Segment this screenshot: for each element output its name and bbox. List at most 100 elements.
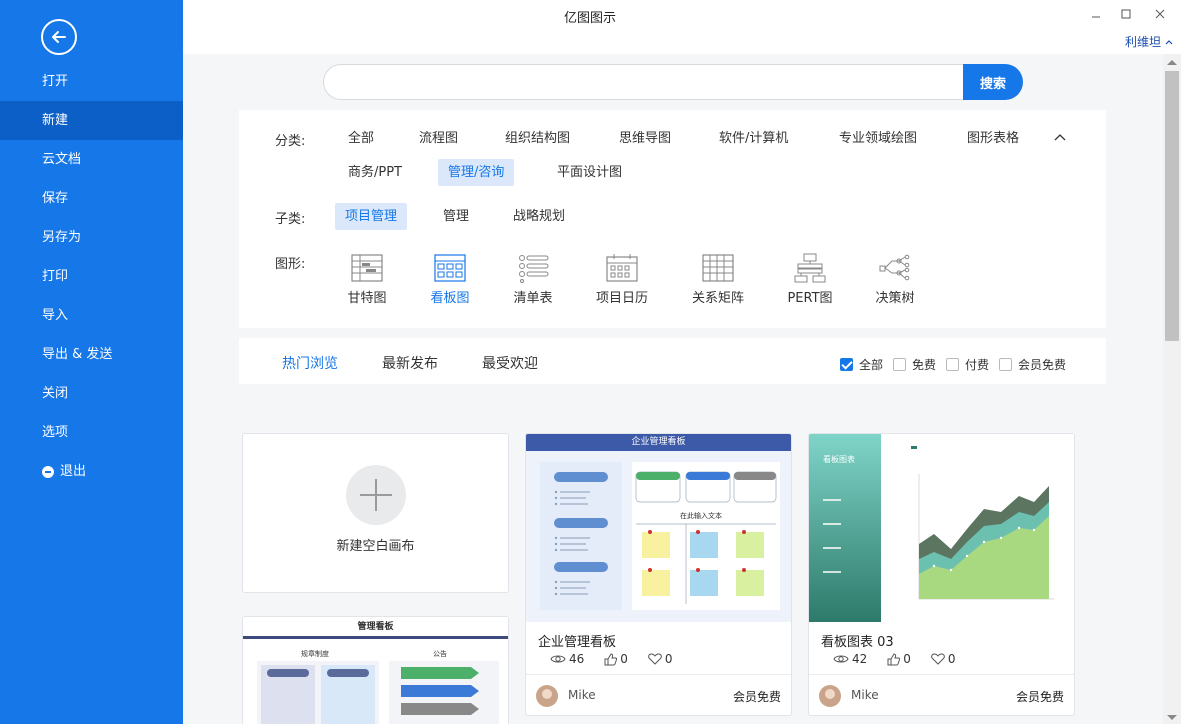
- sidebar-item-label: 导出 & 发送: [42, 347, 113, 362]
- subcategory-management[interactable]: 管理: [433, 203, 479, 230]
- tab-popular[interactable]: 最受欢迎: [482, 353, 538, 373]
- sidebar-item-print[interactable]: 打印: [0, 257, 183, 296]
- eye-icon: [833, 655, 849, 663]
- view-count-value: 42: [852, 652, 868, 666]
- new-blank-canvas-label: 新建空白画布: [336, 539, 415, 554]
- sidebar-item-exit[interactable]: 退出: [0, 452, 183, 491]
- tab-hot[interactable]: 热门浏览: [282, 353, 338, 373]
- shape-decision-tree[interactable]: 决策树: [855, 253, 935, 306]
- filter-all-checkbox[interactable]: 全部: [840, 356, 883, 373]
- favorite-count-value: 0: [664, 652, 673, 666]
- sidebar-item-cloud-docs[interactable]: 云文档: [0, 140, 183, 179]
- template-card[interactable]: 企业管理看板 在此输入文本 企业管理看板 46 0 0 Mike 会员免费: [525, 433, 792, 716]
- sidebar-item-label: 关闭: [42, 386, 69, 401]
- maximize-icon[interactable]: [1116, 4, 1136, 24]
- template-card[interactable]: 管理看板 规章制度 公告: [242, 616, 509, 724]
- template-footer: Mike 会员免费: [526, 674, 791, 715]
- subcategory-strategy[interactable]: 战略规划: [503, 203, 575, 230]
- calendar-icon: [606, 254, 638, 282]
- template-title: 企业管理看板: [538, 635, 617, 650]
- favorite-button[interactable]: 0: [931, 652, 956, 666]
- shape-relation-matrix[interactable]: 关系矩阵: [678, 253, 758, 306]
- shape-label: 图形:: [275, 257, 306, 272]
- filter-panel: 分类: 全部 流程图 组织结构图 思维导图 软件/计算机 专业领域绘图 图形表格…: [239, 110, 1106, 328]
- title-bar: 亿图图示 利维坦: [183, 0, 1181, 54]
- checkbox-label: 全部: [859, 358, 884, 372]
- category-professional[interactable]: 专业领域绘图: [829, 125, 927, 152]
- shape-label-text: 关系矩阵: [691, 291, 744, 306]
- minimize-icon[interactable]: [1086, 4, 1106, 24]
- template-footer: Mike 会员免费: [809, 674, 1074, 715]
- partial-thumbnail-art: [257, 661, 499, 724]
- shape-label-text: 项目日历: [595, 291, 648, 306]
- checkbox-icon: [893, 358, 906, 371]
- favorite-count-value: 0: [947, 652, 956, 666]
- thumb-caption: 在此输入文本: [680, 511, 722, 520]
- kanban-board-icon: [434, 254, 466, 282]
- filter-member-free-checkbox[interactable]: 会员免费: [999, 356, 1066, 373]
- view-count: 42: [833, 652, 867, 666]
- favorite-button[interactable]: 0: [648, 652, 673, 666]
- sidebar-item-save[interactable]: 保存: [0, 179, 183, 218]
- sidebar-item-label: 保存: [42, 191, 69, 206]
- shape-checklist[interactable]: 清单表: [493, 253, 573, 306]
- shape-label-text: 清单表: [513, 291, 553, 306]
- scroll-down-icon[interactable]: [1167, 715, 1177, 720]
- checkbox-label: 会员免费: [1018, 358, 1067, 372]
- sidebar-item-label: 打开: [42, 74, 69, 89]
- shape-kanban[interactable]: 看板图: [410, 253, 490, 306]
- category-org-chart[interactable]: 组织结构图: [495, 125, 580, 152]
- category-tables[interactable]: 图形表格: [957, 125, 1029, 152]
- decision-tree-icon: [879, 254, 910, 281]
- chevron-up-icon[interactable]: [1053, 130, 1067, 144]
- checkbox-icon: [999, 358, 1012, 371]
- view-count: 46: [550, 652, 584, 666]
- template-title: 看板图表 03: [821, 635, 894, 650]
- like-button[interactable]: 0: [604, 652, 628, 666]
- category-all[interactable]: 全部: [338, 125, 384, 152]
- template-stats: 46 0 0: [550, 652, 673, 666]
- scroll-up-icon[interactable]: [1167, 60, 1177, 65]
- scrollbar[interactable]: [1163, 54, 1181, 724]
- filter-free-checkbox[interactable]: 免费: [893, 356, 936, 373]
- scrollbar-thumb[interactable]: [1165, 71, 1179, 341]
- category-management[interactable]: 管理/咨询: [438, 159, 515, 186]
- category-graphic-design[interactable]: 平面设计图: [547, 159, 632, 186]
- search-button[interactable]: 搜索: [963, 64, 1023, 100]
- new-blank-canvas-card[interactable]: 新建空白画布: [242, 433, 509, 593]
- sidebar-item-open[interactable]: 打开: [0, 62, 183, 101]
- category-business-ppt[interactable]: 商务/PPT: [338, 159, 412, 186]
- filter-paid-checkbox[interactable]: 付费: [946, 356, 989, 373]
- category-mind-map[interactable]: 思维导图: [609, 125, 681, 152]
- sidebar-item-import[interactable]: 导入: [0, 296, 183, 335]
- author-name: Mike: [851, 688, 879, 702]
- template-card[interactable]: 看板图表 看板图表 03 42 0 0 Mike 会员免费: [808, 433, 1075, 716]
- sidebar-item-close[interactable]: 关闭: [0, 374, 183, 413]
- exit-icon: [42, 465, 54, 478]
- shape-pert[interactable]: PERT图: [770, 253, 850, 306]
- tab-latest[interactable]: 最新发布: [382, 353, 438, 373]
- category-flowchart[interactable]: 流程图: [409, 125, 468, 152]
- sidebar-item-options[interactable]: 选项: [0, 413, 183, 452]
- close-icon[interactable]: [1150, 4, 1170, 24]
- user-menu[interactable]: 利维坦: [1125, 33, 1173, 50]
- thumbs-up-icon: [604, 652, 618, 665]
- like-button[interactable]: 0: [887, 652, 911, 666]
- sidebar-item-save-as[interactable]: 另存为: [0, 218, 183, 257]
- shape-gantt[interactable]: 甘特图: [327, 253, 407, 306]
- category-software[interactable]: 软件/计算机: [709, 125, 798, 152]
- subcategory-project-management[interactable]: 项目管理: [335, 203, 408, 230]
- sidebar-item-label: 选项: [42, 425, 69, 440]
- search-input[interactable]: [323, 64, 968, 100]
- matrix-icon: [702, 254, 734, 282]
- sidebar-item-export-send[interactable]: 导出 & 发送: [0, 335, 183, 374]
- shape-project-calendar[interactable]: 项目日历: [582, 253, 662, 306]
- eye-icon: [550, 655, 566, 663]
- sidebar: 打开 新建 云文档 保存 另存为 打印 导入 导出 & 发送 关闭 选项 退出: [0, 0, 183, 724]
- sidebar-item-new[interactable]: 新建: [0, 101, 183, 140]
- checkbox-checked-icon: [840, 358, 853, 371]
- author-name: Mike: [568, 688, 596, 702]
- thumbs-up-icon: [887, 652, 901, 665]
- back-arrow-icon[interactable]: [41, 19, 77, 55]
- sidebar-item-label: 打印: [42, 269, 69, 284]
